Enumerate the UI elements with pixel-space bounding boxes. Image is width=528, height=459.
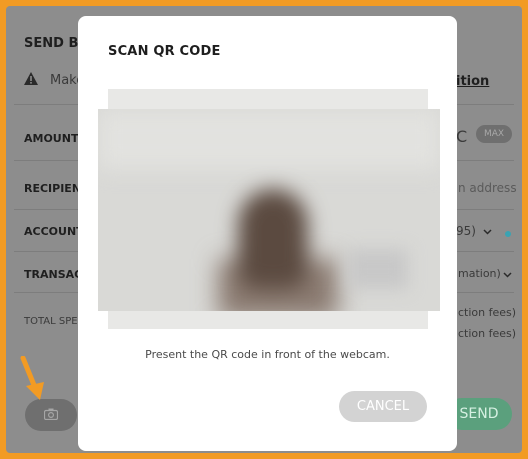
scan-qr-modal: SCAN QR CODE Present the QR code in fron…	[78, 16, 457, 451]
recipient-input[interactable]: n address	[458, 181, 517, 195]
transaction-value[interactable]: mation)	[458, 267, 501, 280]
warning-icon	[24, 72, 38, 85]
amount-currency: C	[456, 127, 468, 146]
warning-link[interactable]: ition	[456, 74, 489, 89]
status-dot	[505, 231, 511, 237]
fees-line: ction fees)	[458, 306, 517, 319]
video-blur	[348, 249, 408, 289]
screenshot-frame: SEND BIT Make ition AMOUNT C MAX RECIPIE…	[0, 0, 528, 459]
cancel-button[interactable]: CANCEL	[339, 391, 427, 422]
max-button[interactable]: MAX	[476, 125, 512, 143]
chevron-down-icon[interactable]	[503, 272, 512, 278]
amount-label: AMOUNT	[24, 132, 79, 145]
total-spent-label: TOTAL SPE	[24, 316, 78, 327]
webcam-preview	[98, 89, 440, 329]
chevron-down-icon[interactable]	[483, 229, 492, 235]
modal-title: SCAN QR CODE	[108, 44, 221, 59]
camera-icon	[44, 408, 58, 420]
arrow-icon	[20, 356, 44, 400]
video-blur	[238, 189, 308, 289]
webcam-video	[98, 109, 440, 311]
video-blur	[98, 109, 440, 169]
webcam-hint: Present the QR code in front of the webc…	[145, 348, 390, 361]
account-value[interactable]: 95)	[456, 224, 476, 238]
fees-line: ction fees)	[458, 327, 517, 340]
